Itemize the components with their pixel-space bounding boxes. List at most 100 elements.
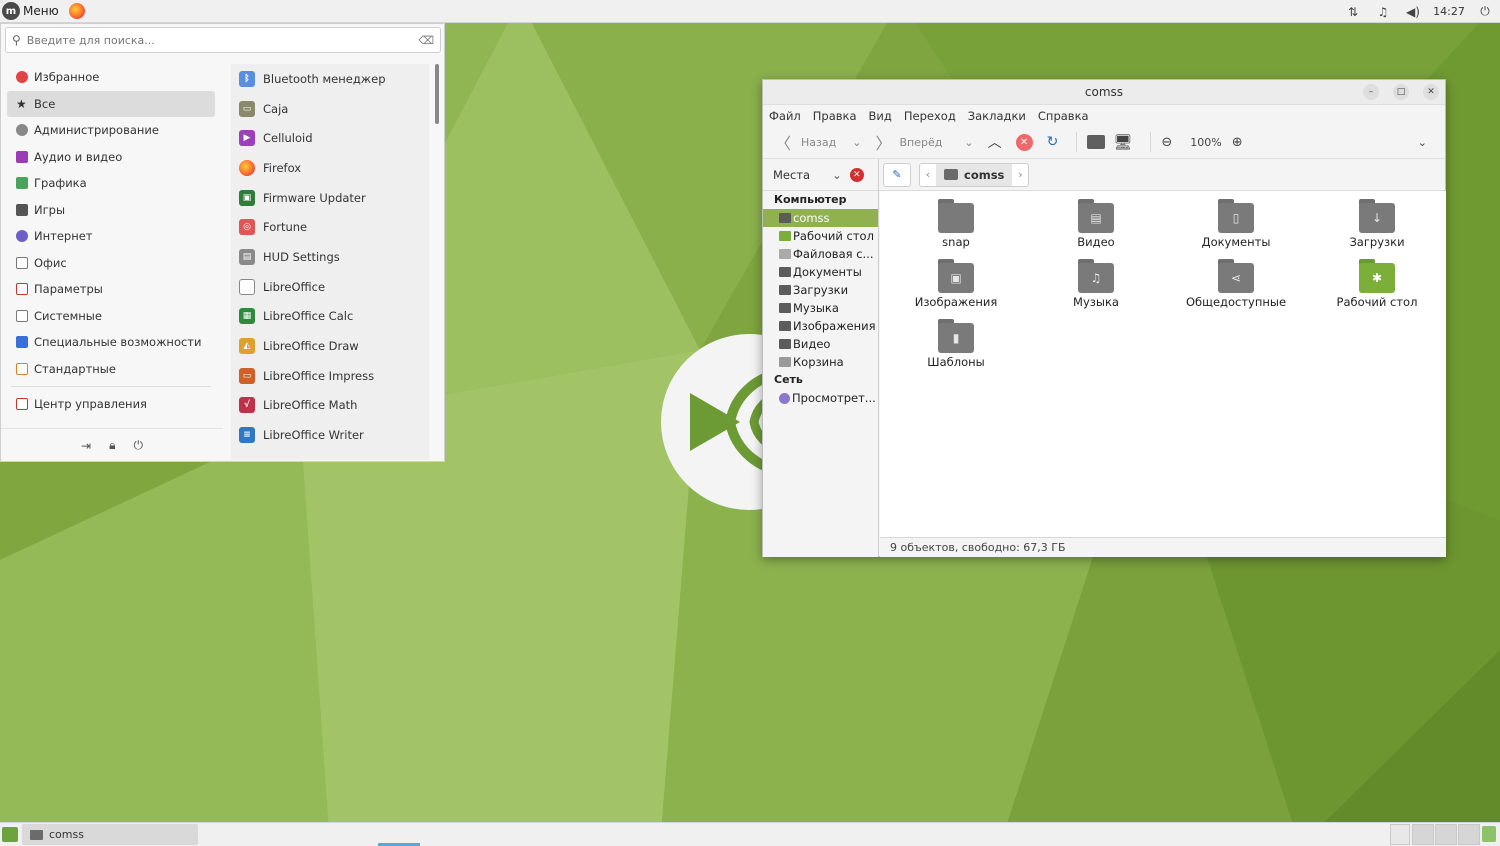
sidebar-item-documents[interactable]: Документы	[763, 263, 878, 281]
file-item-documents[interactable]: ▯ Документы	[1176, 199, 1296, 249]
back-history-dropdown[interactable]: ⌄	[852, 136, 861, 149]
lock-icon[interactable]: 🔒︎	[109, 438, 115, 453]
places-selector[interactable]: Места ⌄ ✕	[763, 158, 879, 191]
file-item-snap[interactable]: snap	[896, 199, 1016, 249]
menu-edit[interactable]: Правка	[813, 109, 857, 123]
menu-go[interactable]: Переход	[904, 109, 956, 123]
category-office[interactable]: Офис	[7, 250, 215, 277]
app-item-firmware-updater[interactable]: ▣ Firmware Updater	[231, 183, 429, 213]
app-item-libreoffice-writer[interactable]: ≡ LibreOffice Writer	[231, 420, 429, 450]
app-item-libreoffice[interactable]: LibreOffice	[231, 272, 429, 302]
category-system[interactable]: Системные	[7, 303, 215, 330]
file-item-videos[interactable]: ▤ Видео	[1036, 199, 1156, 249]
back-button[interactable]: 〈 Назад	[775, 130, 836, 154]
power-icon[interactable]: ⏻	[1470, 4, 1500, 19]
zoom-in-button[interactable]: ⊕	[1232, 135, 1243, 150]
up-button[interactable]: ︿	[988, 132, 1002, 152]
category-graphics[interactable]: Графика	[7, 170, 215, 197]
taskbar-window-button[interactable]: comss	[22, 824, 198, 845]
bell-icon[interactable]: ♫	[1368, 5, 1398, 19]
file-item-pictures[interactable]: ▣ Изображения	[896, 259, 1016, 309]
sidebar-item-desktop[interactable]: Рабочий стол	[763, 227, 878, 245]
home-folder-button[interactable]	[1087, 135, 1106, 149]
category-favorites[interactable]: Избранное	[7, 64, 215, 91]
trash-applet-icon[interactable]	[1482, 826, 1496, 842]
app-list-scrollbar[interactable]	[435, 64, 439, 124]
show-desktop-icon[interactable]	[2, 827, 18, 842]
app-item-libreoffice-calc[interactable]: ▦ LibreOffice Calc	[231, 302, 429, 332]
sidebar-item-browse-network[interactable]: Просмотрет...	[763, 389, 878, 407]
app-item-hud-settings[interactable]: ▤ HUD Settings	[231, 242, 429, 272]
app-item-libreoffice-impress[interactable]: ▭ LibreOffice Impress	[231, 361, 429, 391]
chevron-down-icon: ⌄	[832, 167, 842, 182]
sidebar-item-home[interactable]: comss	[763, 209, 878, 227]
category-accessibility[interactable]: Специальные возможности	[7, 329, 215, 356]
lock-screen-icon[interactable]: ⇥	[81, 439, 91, 453]
sidebar-item-trash[interactable]: Корзина	[763, 353, 878, 371]
menu-footer: ⇥ 🔒︎ ⏻	[1, 428, 223, 462]
volume-icon[interactable]: ◀)	[1398, 5, 1428, 19]
file-item-templates[interactable]: ▮ Шаблоны	[896, 319, 1016, 369]
forward-button[interactable]: 〉 Вперёд	[875, 130, 942, 154]
menu-bookmarks[interactable]: Закладки	[968, 109, 1026, 123]
menu-file[interactable]: Файл	[769, 109, 801, 123]
sidebar-item-filesystem[interactable]: Файловая с...	[763, 245, 878, 263]
app-label: LibreOffice Calc	[263, 309, 354, 324]
app-item-libreoffice-draw[interactable]: ◭ LibreOffice Draw	[231, 331, 429, 361]
zoom-out-button[interactable]: ⊖	[1161, 135, 1172, 150]
category-games[interactable]: Игры	[7, 197, 215, 224]
sidebar-item-downloads[interactable]: Загрузки	[763, 281, 878, 299]
file-item-music[interactable]: ♫ Музыка	[1036, 259, 1156, 309]
accessories-icon	[16, 362, 28, 375]
breadcrumb-left-arrow[interactable]: ‹	[920, 168, 936, 181]
category-administration[interactable]: Администрирование	[7, 117, 215, 144]
maximize-button[interactable]: □	[1393, 84, 1409, 100]
app-item-bluetooth[interactable]: ᛒ Bluetooth менеджер	[231, 64, 429, 94]
file-item-desktop[interactable]: ✱ Рабочий стол	[1317, 259, 1437, 309]
reload-button[interactable]: ↻	[1047, 134, 1059, 150]
app-item-celluloid[interactable]: ▶ Celluloid	[231, 123, 429, 153]
forward-history-dropdown[interactable]: ⌄	[964, 136, 973, 149]
power-icon[interactable]: ⏻	[133, 438, 143, 453]
pictures-folder-icon: ▣	[938, 259, 974, 293]
file-item-public[interactable]: ⋖ Общедоступные	[1176, 259, 1296, 309]
close-button[interactable]: ✕	[1423, 84, 1439, 100]
category-all[interactable]: ★ Все	[7, 90, 215, 117]
view-options-dropdown[interactable]: ⌄	[1418, 136, 1427, 149]
sidebar-item-music[interactable]: Музыка	[763, 299, 878, 317]
sidebar-item-pictures[interactable]: Изображения	[763, 317, 878, 335]
category-preferences[interactable]: Параметры	[7, 276, 215, 303]
computer-button[interactable]: 🖥︎	[1113, 133, 1132, 151]
menu-help[interactable]: Справка	[1038, 109, 1089, 123]
file-item-downloads[interactable]: ↓ Загрузки	[1317, 199, 1437, 249]
workspace-2[interactable]	[1412, 824, 1434, 845]
stop-button[interactable]: ✕	[1015, 133, 1033, 151]
clock[interactable]: 14:27	[1428, 5, 1470, 18]
network-icon[interactable]: ⇅	[1338, 5, 1368, 19]
minimize-button[interactable]: –	[1363, 84, 1379, 100]
menu-view[interactable]: Вид	[869, 109, 892, 123]
breadcrumb-current[interactable]: comss	[936, 163, 1013, 186]
search-input[interactable]	[26, 33, 419, 47]
workspace-4[interactable]	[1458, 824, 1480, 845]
clear-search-icon[interactable]: ⌫	[418, 34, 434, 47]
close-sidebar-icon[interactable]: ✕	[849, 167, 864, 182]
edit-location-button[interactable]: ✎	[883, 162, 911, 187]
sidebar-item-videos[interactable]: Видео	[763, 335, 878, 353]
zoom-level[interactable]: 100%	[1190, 136, 1221, 149]
control-center-item[interactable]: Центр управления	[7, 391, 215, 418]
app-item-firefox[interactable]: Firefox	[231, 153, 429, 183]
window-titlebar[interactable]: comss – □ ✕	[763, 80, 1445, 105]
app-item-caja[interactable]: ▭ Caja	[231, 94, 429, 124]
app-item-libreoffice-math[interactable]: √ LibreOffice Math	[231, 391, 429, 421]
search-box[interactable]: ⚲ ⌫	[5, 27, 441, 53]
firefox-launcher-icon[interactable]	[68, 3, 85, 19]
workspace-3[interactable]	[1435, 824, 1457, 845]
main-menu-button[interactable]: m Меню	[0, 0, 63, 23]
category-internet[interactable]: Интернет	[7, 223, 215, 250]
breadcrumb-right-arrow[interactable]: ›	[1012, 168, 1028, 181]
workspace-1[interactable]	[1390, 824, 1410, 845]
category-accessories[interactable]: Стандартные	[7, 356, 215, 383]
app-item-fortune[interactable]: ◎ Fortune	[231, 212, 429, 242]
category-audio-video[interactable]: Аудио и видео	[7, 144, 215, 171]
